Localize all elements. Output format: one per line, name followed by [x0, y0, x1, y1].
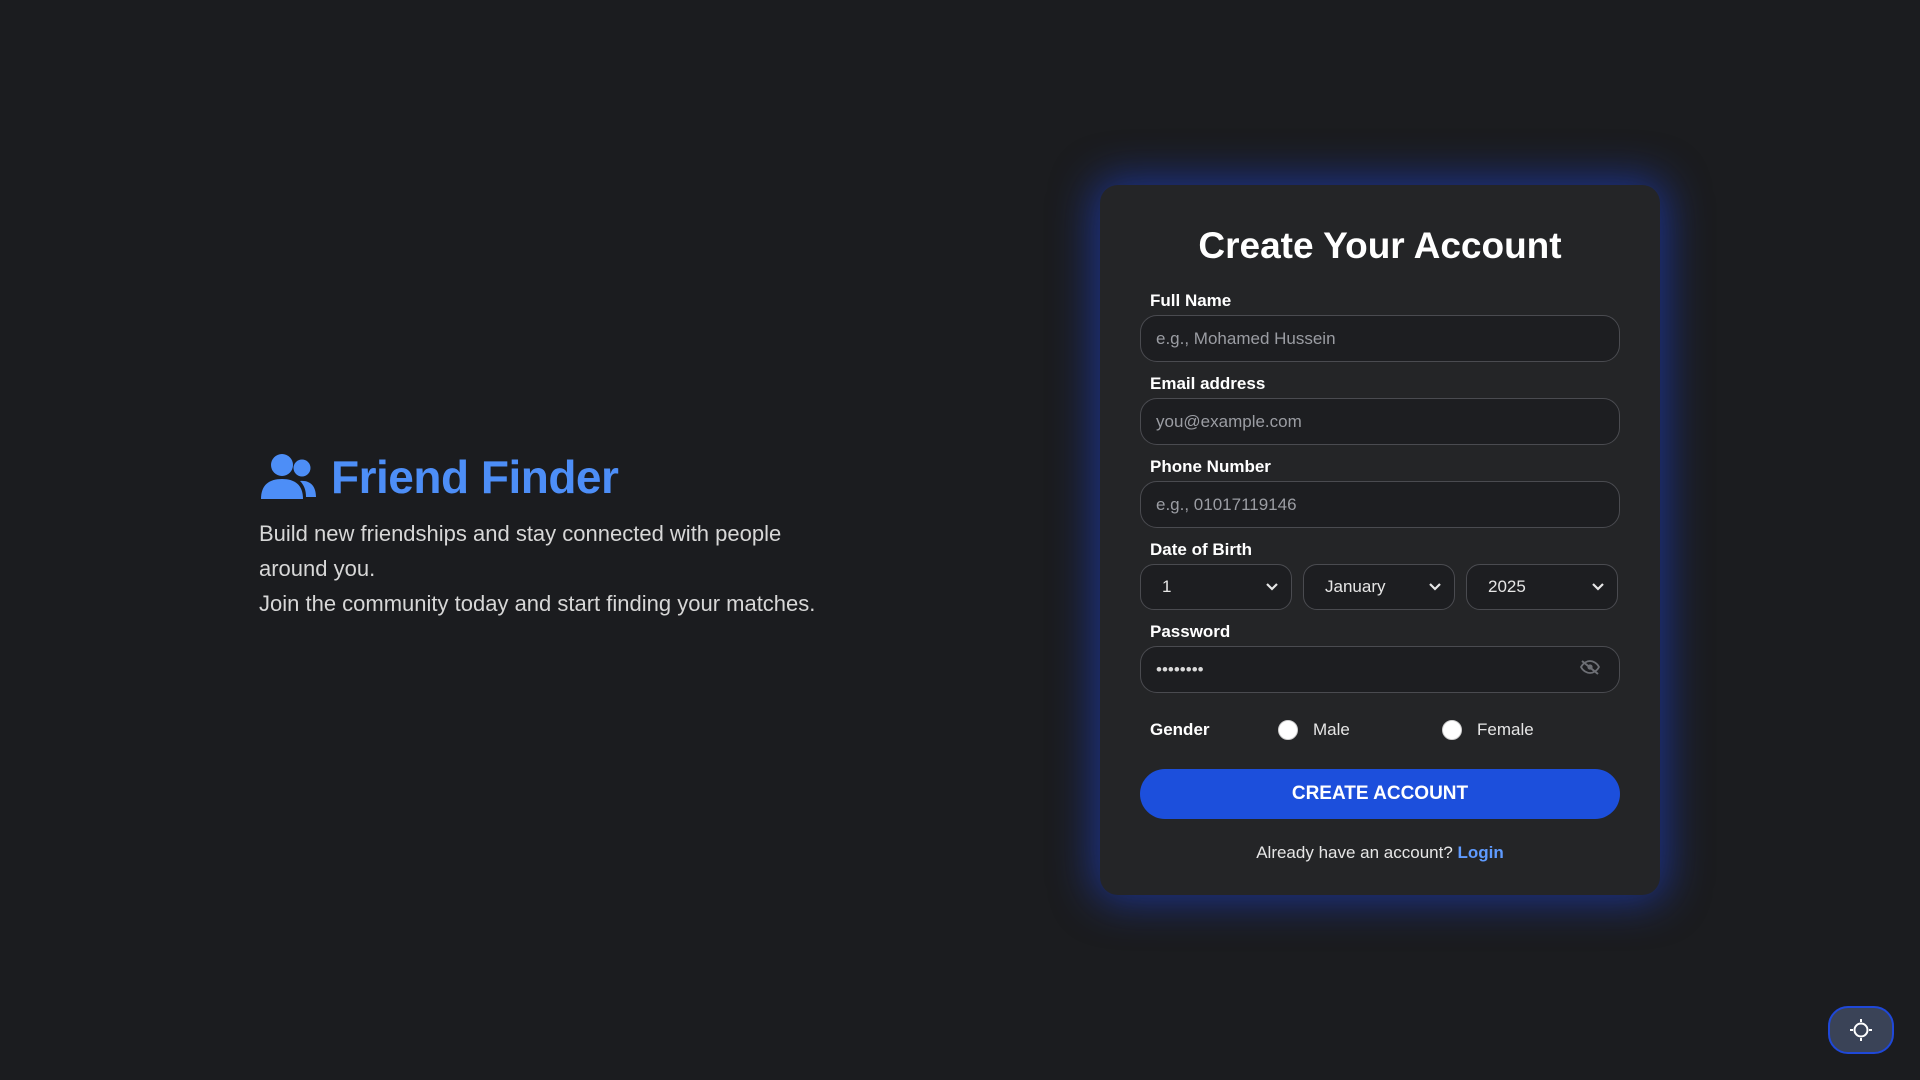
dob-month-select[interactable]: January: [1303, 564, 1455, 610]
email-label: Email address: [1150, 374, 1266, 393]
dob-year-select[interactable]: 2025: [1466, 564, 1618, 610]
dob-day-select[interactable]: 1: [1140, 564, 1292, 610]
male-label[interactable]: Male: [1313, 720, 1350, 740]
full-name-input[interactable]: e.g., Mohamed Hussein: [1140, 315, 1620, 362]
form-title: Create Your Account: [1198, 225, 1562, 266]
gender-label: Gender: [1150, 720, 1210, 739]
male-radio[interactable]: [1278, 720, 1298, 740]
phone-label: Phone Number: [1150, 457, 1271, 476]
chevron-down-icon: [1265, 582, 1279, 592]
female-label[interactable]: Female: [1477, 720, 1534, 740]
dob-day-value: 1: [1162, 577, 1172, 596]
password-value: ••••••••: [1156, 659, 1204, 679]
tagline-line-2: Join the community today and start findi…: [259, 591, 816, 616]
signup-card: Create Your Account Full Name e.g., Moha…: [1100, 185, 1660, 895]
dob-year-value: 2025: [1488, 577, 1526, 596]
theme-toggle-button[interactable]: [1828, 1006, 1894, 1054]
phone-input[interactable]: e.g., 01017119146: [1140, 481, 1620, 528]
brand-title: Friend Finder: [331, 451, 619, 503]
full-name-label: Full Name: [1150, 291, 1232, 310]
eye-slash-icon[interactable]: [1579, 659, 1601, 680]
login-prompt: Already have an account? Login: [1140, 843, 1620, 863]
female-radio[interactable]: [1442, 720, 1462, 740]
gender-option-female[interactable]: Female: [1442, 720, 1606, 740]
hero-section: Friend Finder Build new friendships and …: [259, 450, 819, 621]
gender-group: Gender Male Female: [1140, 715, 1620, 745]
brand: Friend Finder: [259, 450, 819, 504]
chevron-down-icon: [1591, 582, 1605, 592]
chevron-down-icon: [1428, 582, 1442, 592]
email-input[interactable]: you@example.com: [1140, 398, 1620, 445]
users-icon: [259, 453, 317, 501]
dob-row: 1 January 2025: [1140, 564, 1620, 610]
login-link[interactable]: Login: [1458, 843, 1504, 862]
sun-icon: [1849, 1018, 1873, 1042]
tagline-line-1: Build new friendships and stay connected…: [259, 521, 782, 581]
gender-option-male[interactable]: Male: [1278, 720, 1442, 740]
password-input[interactable]: ••••••••: [1140, 646, 1620, 693]
dob-label: Date of Birth: [1150, 540, 1252, 559]
login-prompt-text: Already have an account?: [1256, 843, 1453, 862]
create-account-button[interactable]: CREATE ACCOUNT: [1140, 769, 1620, 819]
password-label: Password: [1150, 622, 1231, 641]
dob-month-value: January: [1325, 577, 1386, 596]
hero-description: Build new friendships and stay connected…: [259, 516, 819, 621]
